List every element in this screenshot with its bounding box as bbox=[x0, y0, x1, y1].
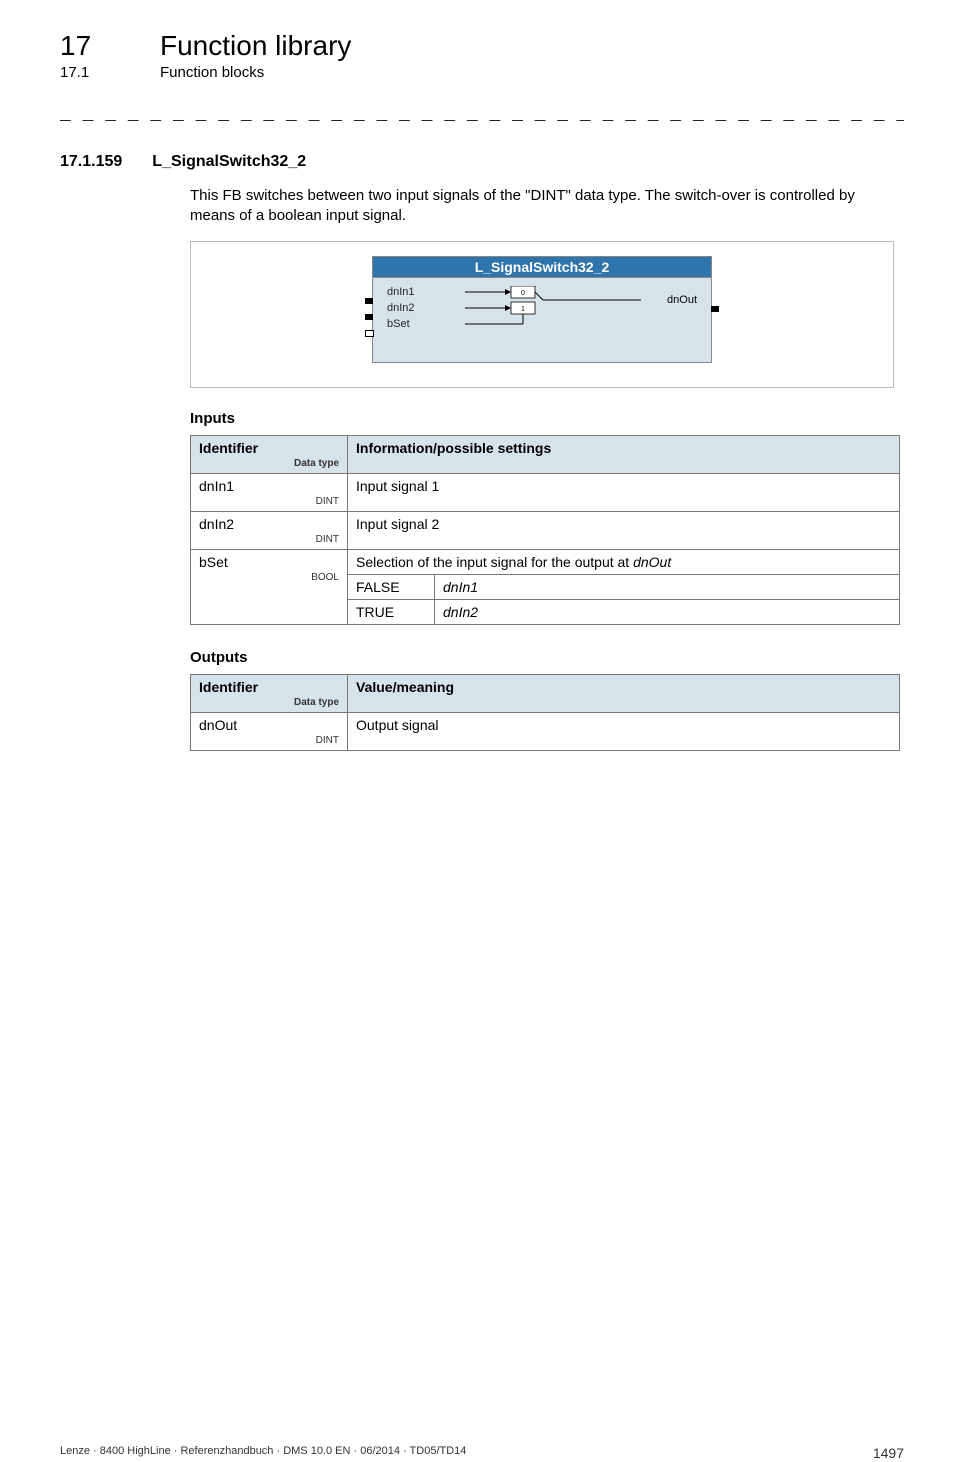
port-label-set: bSet bbox=[387, 318, 410, 330]
port-label-in1: dnIn1 bbox=[387, 286, 415, 298]
port-stub-out bbox=[711, 306, 719, 312]
th-info: Information/possible settings bbox=[348, 435, 900, 473]
cell-option-value: FALSE bbox=[348, 574, 435, 599]
switch-icon: 0 1 bbox=[465, 286, 645, 334]
cell-desc: Output signal bbox=[348, 712, 900, 750]
subsection-number: 17.1 bbox=[60, 64, 120, 81]
switch-label-1: 1 bbox=[521, 306, 525, 313]
th-identifier: Identifier Data type bbox=[191, 435, 348, 473]
block-diagram: L_SignalSwitch32_2 dnIn1 dnIn2 bSet dnOu… bbox=[372, 256, 712, 363]
th-datatype-label: Data type bbox=[199, 458, 339, 469]
chapter-title: Function library bbox=[160, 30, 351, 62]
cell-datatype: DINT bbox=[199, 496, 339, 507]
cell-datatype: DINT bbox=[199, 735, 339, 746]
th-value: Value/meaning bbox=[348, 674, 900, 712]
table-row: dnOut DINT Output signal bbox=[191, 712, 900, 750]
cell-name: dnIn2 bbox=[199, 516, 234, 532]
th-identifier-label: Identifier bbox=[199, 679, 258, 695]
cell-datatype: BOOL bbox=[199, 572, 339, 583]
switch-label-0: 0 bbox=[521, 290, 525, 297]
port-stub-set bbox=[365, 330, 374, 337]
table-row: dnIn2 DINT Input signal 2 bbox=[191, 511, 900, 549]
cell-desc: Selection of the input signal for the ou… bbox=[348, 549, 900, 574]
chapter-number: 17 bbox=[60, 30, 120, 62]
inputs-heading: Inputs bbox=[190, 410, 904, 427]
page-number: 1497 bbox=[873, 1445, 904, 1461]
port-stub-in2 bbox=[365, 314, 373, 320]
separator-line: _ _ _ _ _ _ _ _ _ _ _ _ _ _ _ _ _ _ _ _ … bbox=[60, 105, 904, 125]
intro-paragraph: This FB switches between two input signa… bbox=[190, 186, 894, 227]
cell-option-meaning: dnIn2 bbox=[435, 599, 900, 624]
cell-option-meaning: dnIn1 bbox=[435, 574, 900, 599]
block-title-bar: L_SignalSwitch32_2 bbox=[372, 256, 712, 277]
subsection-title: Function blocks bbox=[160, 64, 264, 81]
th-identifier: Identifier Data type bbox=[191, 674, 348, 712]
footer-text: Lenze · 8400 HighLine · Referenzhandbuch… bbox=[60, 1445, 466, 1461]
port-stub-in1 bbox=[365, 298, 373, 304]
inputs-table: Identifier Data type Information/possibl… bbox=[190, 435, 900, 625]
outputs-heading: Outputs bbox=[190, 649, 904, 666]
section-number: 17.1.159 bbox=[60, 153, 122, 171]
th-datatype-label: Data type bbox=[199, 697, 339, 708]
section-name: L_SignalSwitch32_2 bbox=[152, 153, 306, 171]
th-identifier-label: Identifier bbox=[199, 440, 258, 456]
table-row: bSet BOOL Selection of the input signal … bbox=[191, 549, 900, 574]
cell-option-value: TRUE bbox=[348, 599, 435, 624]
port-label-in2: dnIn2 bbox=[387, 302, 415, 314]
cell-desc: Input signal 1 bbox=[348, 473, 900, 511]
outputs-table: Identifier Data type Value/meaning dnOut… bbox=[190, 674, 900, 751]
port-label-out: dnOut bbox=[667, 294, 697, 306]
cell-name: bSet bbox=[199, 554, 228, 570]
cell-desc: Input signal 2 bbox=[348, 511, 900, 549]
cell-name: dnIn1 bbox=[199, 478, 234, 494]
cell-datatype: DINT bbox=[199, 534, 339, 545]
block-diagram-frame: L_SignalSwitch32_2 dnIn1 dnIn2 bSet dnOu… bbox=[190, 241, 894, 388]
cell-name: dnOut bbox=[199, 717, 237, 733]
table-row: dnIn1 DINT Input signal 1 bbox=[191, 473, 900, 511]
block-body: dnIn1 dnIn2 bSet dnOut 0 1 bbox=[372, 277, 712, 363]
